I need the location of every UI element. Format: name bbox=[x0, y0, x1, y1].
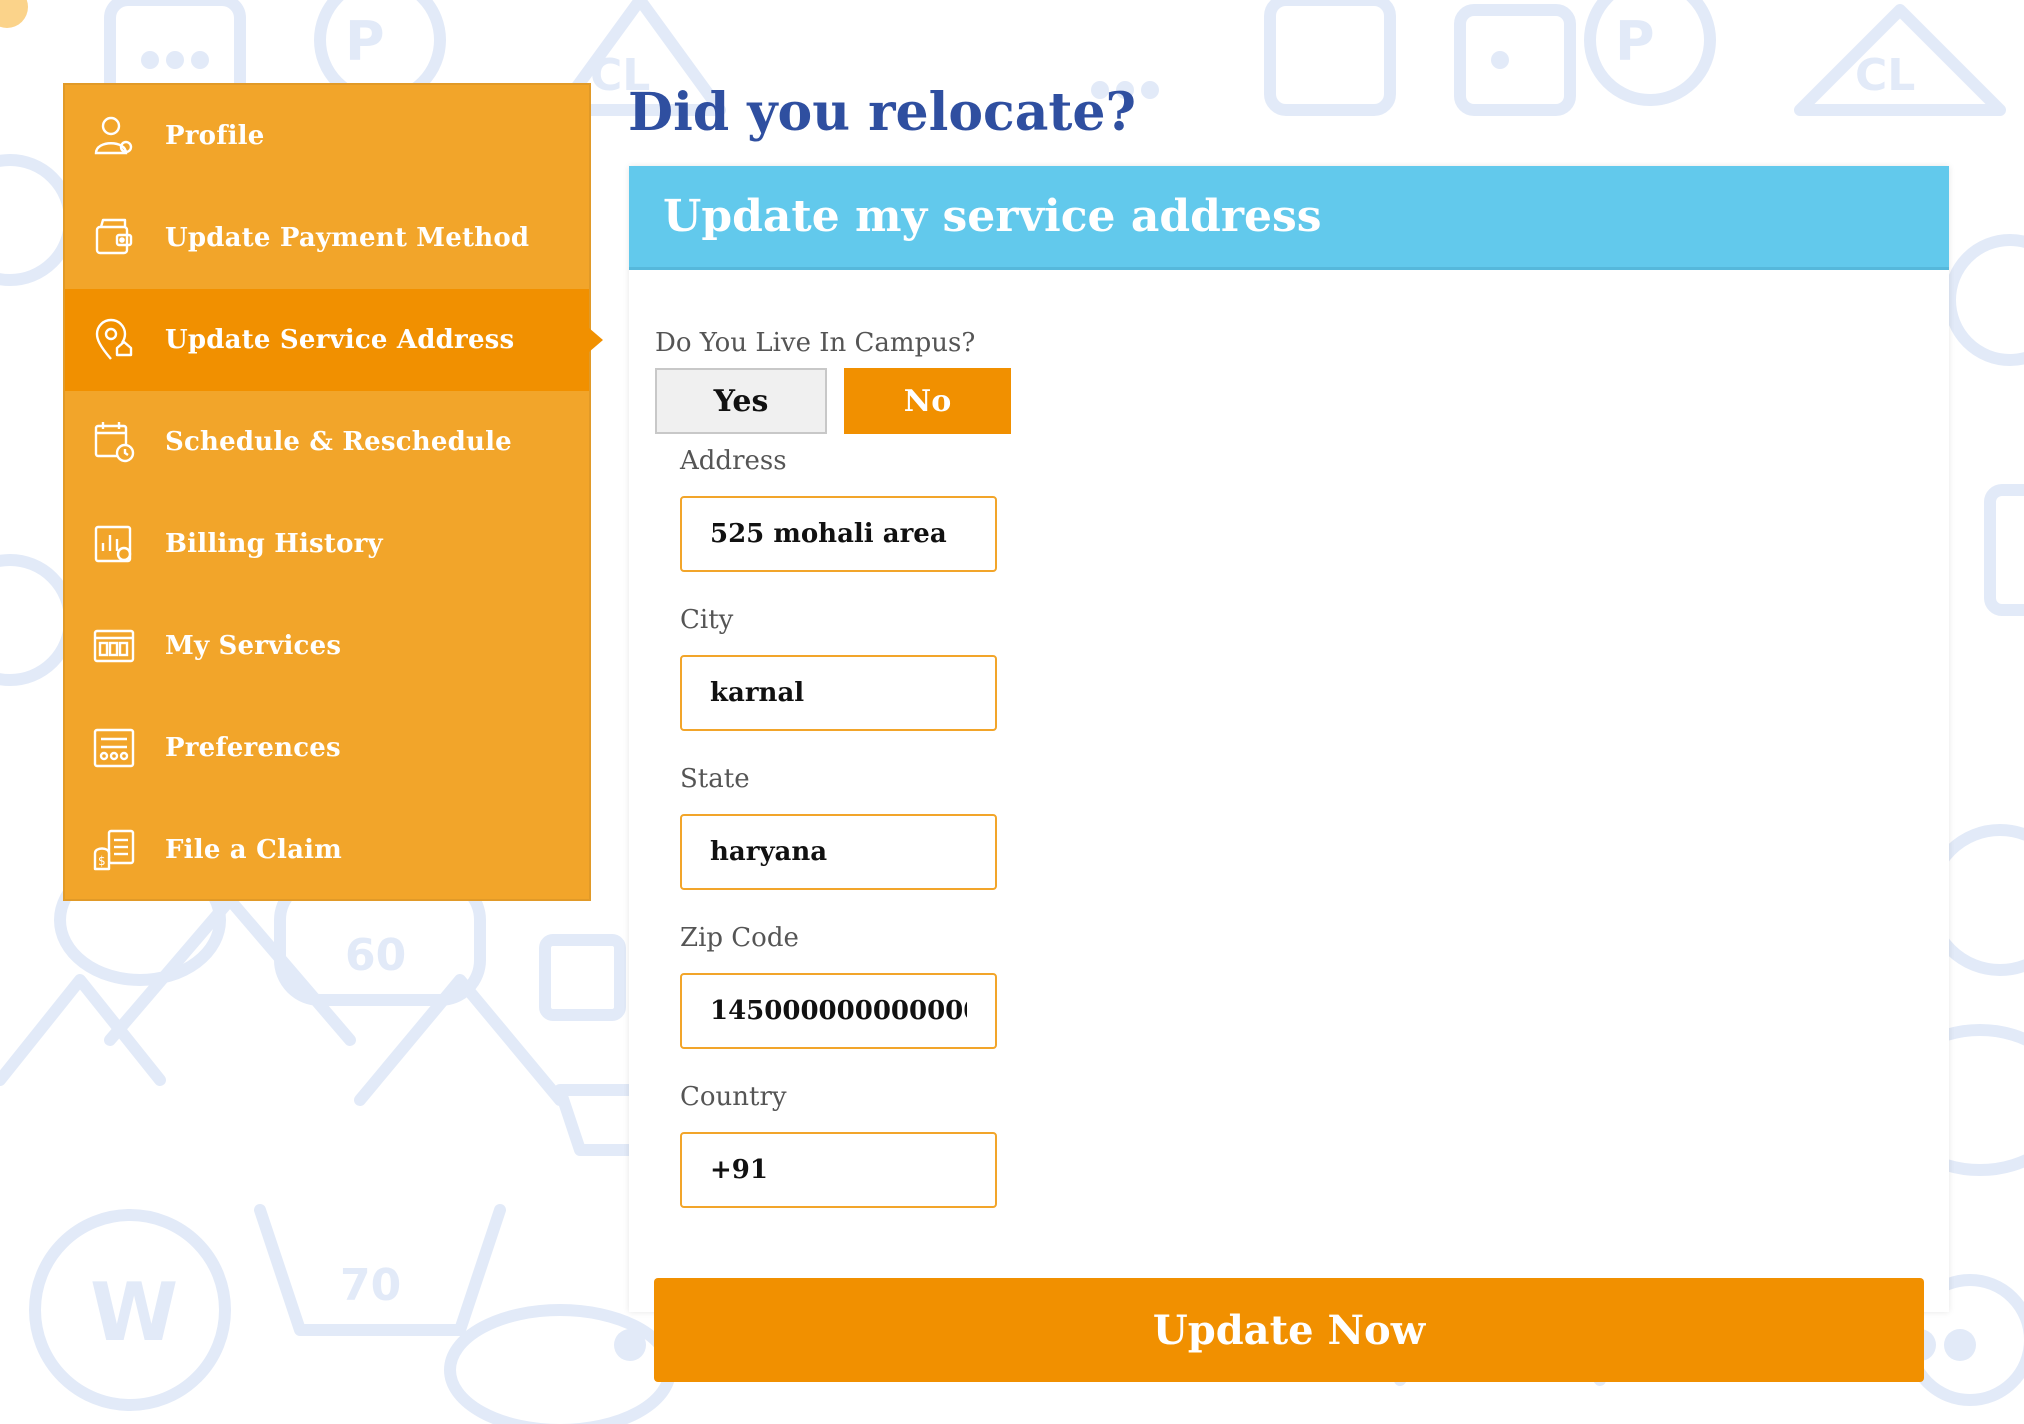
sidebar-item-update-payment-method[interactable]: Update Payment Method bbox=[65, 187, 589, 289]
zip-code-label: Zip Code bbox=[680, 923, 799, 953]
profile-icon bbox=[91, 113, 137, 159]
card-header: Update my service address bbox=[629, 166, 1949, 270]
wallet-icon bbox=[91, 215, 137, 261]
sidebar-item-my-services[interactable]: My Services bbox=[65, 595, 589, 697]
sidebar-item-billing-history[interactable]: Billing History bbox=[65, 493, 589, 595]
svg-text:70: 70 bbox=[340, 1260, 401, 1311]
sidebar-item-file-a-claim[interactable]: $ File a Claim bbox=[65, 799, 589, 901]
account-sidebar: Profile Update Payment Method Update Ser… bbox=[63, 83, 603, 901]
update-now-button[interactable]: Update Now bbox=[654, 1278, 1924, 1382]
campus-yes-button[interactable]: Yes bbox=[655, 368, 827, 434]
calendar-clock-icon bbox=[91, 419, 137, 465]
preferences-list-icon bbox=[91, 725, 137, 771]
sidebar-item-label: My Services bbox=[165, 631, 342, 661]
city-field[interactable] bbox=[680, 655, 997, 731]
billing-chart-icon bbox=[91, 521, 137, 567]
sidebar-item-label: Schedule & Reschedule bbox=[165, 427, 512, 457]
state-field[interactable] bbox=[680, 814, 997, 890]
campus-no-button[interactable]: No bbox=[844, 368, 1011, 434]
sidebar-item-label: Profile bbox=[165, 121, 265, 151]
page-title: Did you relocate? bbox=[628, 82, 1136, 143]
address-field[interactable] bbox=[680, 496, 997, 572]
sidebar-item-update-service-address[interactable]: Update Service Address bbox=[65, 289, 603, 391]
address-label: Address bbox=[680, 446, 787, 476]
services-grid-icon bbox=[91, 623, 137, 669]
sidebar-item-label: Billing History bbox=[165, 529, 383, 559]
state-label: State bbox=[680, 764, 750, 794]
svg-text:W: W bbox=[90, 1266, 178, 1359]
sidebar-item-label: Preferences bbox=[165, 733, 341, 763]
sidebar-item-label: Update Payment Method bbox=[165, 223, 530, 253]
svg-text:CL: CL bbox=[1855, 50, 1915, 101]
svg-text:60: 60 bbox=[345, 930, 406, 981]
sidebar-item-preferences[interactable]: Preferences bbox=[65, 697, 589, 799]
zip-code-field[interactable] bbox=[680, 973, 997, 1049]
svg-text:$: $ bbox=[98, 854, 106, 868]
campus-question-label: Do You Live In Campus? bbox=[655, 328, 976, 358]
sidebar-item-profile[interactable]: Profile bbox=[65, 85, 589, 187]
svg-text:P: P bbox=[1615, 10, 1655, 73]
svg-text:P: P bbox=[345, 10, 385, 73]
sidebar-item-label: File a Claim bbox=[165, 835, 342, 865]
sidebar-item-schedule-reschedule[interactable]: Schedule & Reschedule bbox=[65, 391, 589, 493]
city-label: City bbox=[680, 605, 734, 635]
service-address-card: Update my service address Do You Live In… bbox=[629, 166, 1949, 1312]
country-label: Country bbox=[680, 1082, 787, 1112]
country-field[interactable] bbox=[680, 1132, 997, 1208]
location-home-icon bbox=[91, 317, 137, 363]
claim-document-icon: $ bbox=[91, 827, 137, 873]
sidebar-item-label: Update Service Address bbox=[165, 325, 515, 355]
